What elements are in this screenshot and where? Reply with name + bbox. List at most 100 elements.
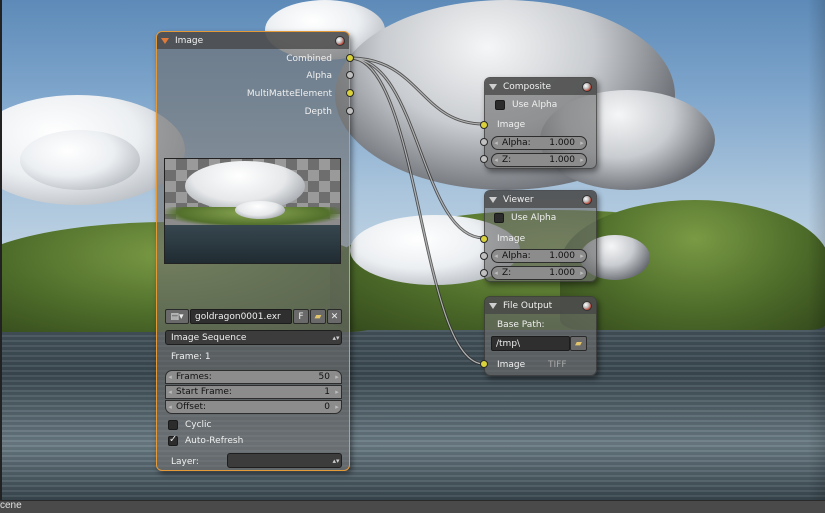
layer-label: Layer:	[171, 457, 199, 467]
increment-arrow-icon[interactable]: ▸	[333, 373, 341, 381]
viewer-input-socket-alpha[interactable]	[480, 252, 488, 260]
file-output-input-socket-image[interactable]	[480, 360, 488, 368]
base-path-value: /tmp\	[496, 338, 521, 349]
open-file-button[interactable]: ▰	[310, 309, 326, 324]
frame-info-label: Frame: 1	[171, 352, 211, 362]
composite-alpha-field[interactable]: ◂ Alpha: 1.000 ▸	[491, 136, 587, 150]
preview-sphere-icon[interactable]	[582, 81, 592, 92]
start-frame-label: Start Frame:	[176, 387, 232, 397]
auto-refresh-label: Auto-Refresh	[185, 436, 244, 446]
updown-arrows-icon: ▴▾	[332, 333, 340, 342]
output-socket-multimatte[interactable]	[346, 89, 354, 97]
collapse-triangle-icon[interactable]	[489, 196, 497, 203]
file-output-image-label: Image	[497, 360, 526, 370]
checkmark-icon: ✓	[169, 434, 178, 445]
composite-node-title: Composite	[503, 81, 552, 92]
viewer-z-field[interactable]: ◂ Z: 1.000 ▸	[491, 266, 587, 280]
editor-border-left	[0, 0, 2, 513]
output-socket-depth[interactable]	[346, 107, 354, 115]
decrement-arrow-icon[interactable]: ◂	[166, 403, 174, 411]
cyclic-checkbox[interactable]	[168, 420, 178, 430]
frames-label: Frames:	[176, 372, 212, 382]
output-label-combined: Combined	[286, 54, 332, 64]
preview-sphere-icon[interactable]	[582, 194, 592, 205]
viewer-input-socket-z[interactable]	[480, 269, 488, 277]
decrement-arrow-icon[interactable]: ◂	[492, 269, 500, 277]
file-output-node-header[interactable]: File Output	[485, 297, 596, 314]
decrement-arrow-icon[interactable]: ◂	[166, 373, 174, 381]
image-name-value: goldragon0001.exr	[195, 311, 281, 322]
sea-ripples	[0, 320, 825, 505]
fake-user-button[interactable]: F	[293, 309, 309, 324]
decrement-arrow-icon[interactable]: ◂	[492, 156, 500, 164]
image-name-field[interactable]: goldragon0001.exr	[190, 309, 292, 324]
image-node-title: Image	[175, 35, 204, 46]
background-render: cene	[0, 0, 825, 513]
viewer-use-alpha-label: Use Alpha	[511, 213, 557, 223]
file-output-format-label: TIFF	[548, 360, 567, 370]
decrement-arrow-icon[interactable]: ◂	[492, 139, 500, 147]
frames-field[interactable]: ◂ Frames: 50 ▸	[165, 370, 342, 384]
composite-alpha-label: Alpha:	[502, 138, 531, 148]
viewer-image-label: Image	[497, 234, 526, 244]
decrement-arrow-icon[interactable]: ◂	[492, 252, 500, 260]
offset-label: Offset:	[176, 402, 207, 412]
viewer-node-title: Viewer	[503, 194, 534, 205]
start-frame-field[interactable]: ◂ Start Frame: 1 ▸	[165, 385, 342, 399]
composite-z-label: Z:	[502, 155, 512, 165]
viewer-alpha-value: 1.000	[549, 251, 575, 261]
output-socket-combined[interactable]	[346, 54, 354, 62]
composite-z-field[interactable]: ◂ Z: 1.000 ▸	[491, 153, 587, 167]
base-path-label: Base Path:	[497, 320, 545, 330]
increment-arrow-icon[interactable]: ▸	[578, 139, 586, 147]
output-label-depth: Depth	[304, 107, 332, 117]
collapse-triangle-icon[interactable]	[489, 83, 497, 90]
source-type-dropdown[interactable]: Image Sequence ▴▾	[165, 330, 342, 345]
start-frame-value: 1	[324, 387, 330, 397]
composite-input-socket-alpha[interactable]	[480, 138, 488, 146]
preview-sphere-icon[interactable]	[582, 300, 592, 311]
layer-dropdown[interactable]: ▴▾	[227, 453, 342, 468]
output-socket-alpha[interactable]	[346, 71, 354, 79]
viewer-alpha-label: Alpha:	[502, 251, 531, 261]
increment-arrow-icon[interactable]: ▸	[333, 388, 341, 396]
cloud-left-small	[20, 130, 140, 190]
frames-value: 50	[318, 372, 330, 382]
unlink-button[interactable]: ✕	[327, 309, 342, 324]
output-label-multimatte: MultiMatteElement	[246, 89, 332, 99]
decrement-arrow-icon[interactable]: ◂	[166, 388, 174, 396]
viewer-node-header[interactable]: Viewer	[485, 191, 596, 208]
output-label-alpha: Alpha	[306, 71, 332, 81]
composite-alpha-value: 1.000	[549, 138, 575, 148]
increment-arrow-icon[interactable]: ▸	[578, 252, 586, 260]
browse-folder-button[interactable]: ▰	[570, 336, 587, 351]
viewer-input-socket-image[interactable]	[480, 235, 488, 243]
collapse-triangle-icon[interactable]	[489, 302, 497, 309]
composite-input-socket-z[interactable]	[480, 155, 488, 163]
viewer-alpha-field[interactable]: ◂ Alpha: 1.000 ▸	[491, 249, 587, 263]
composite-use-alpha-checkbox[interactable]	[495, 100, 505, 110]
image-browse-button[interactable]: ▤▾	[165, 309, 189, 324]
increment-arrow-icon[interactable]: ▸	[578, 269, 586, 277]
offset-field[interactable]: ◂ Offset: 0 ▸	[165, 400, 342, 414]
viewer-use-alpha-checkbox[interactable]	[494, 213, 504, 223]
cyclic-label: Cyclic	[185, 420, 212, 430]
collapse-triangle-icon[interactable]	[161, 37, 169, 44]
scene-status-label: cene	[0, 500, 22, 511]
source-type-value: Image Sequence	[171, 332, 247, 343]
offset-value: 0	[324, 402, 330, 412]
composite-image-label: Image	[497, 120, 526, 130]
base-path-field[interactable]: /tmp\	[491, 336, 570, 351]
preview-sphere-icon[interactable]	[335, 35, 345, 46]
folder-icon: ▰	[575, 338, 582, 349]
composite-input-socket-image[interactable]	[480, 121, 488, 129]
increment-arrow-icon[interactable]: ▸	[333, 403, 341, 411]
editor-footer	[0, 500, 825, 513]
composite-z-value: 1.000	[549, 155, 575, 165]
composite-node-header[interactable]: Composite	[485, 78, 596, 95]
folder-icon: ▰	[314, 311, 322, 322]
viewer-z-value: 1.000	[549, 268, 575, 278]
composite-use-alpha-label: Use Alpha	[512, 100, 558, 110]
image-node-header[interactable]: Image	[157, 32, 349, 49]
increment-arrow-icon[interactable]: ▸	[578, 156, 586, 164]
